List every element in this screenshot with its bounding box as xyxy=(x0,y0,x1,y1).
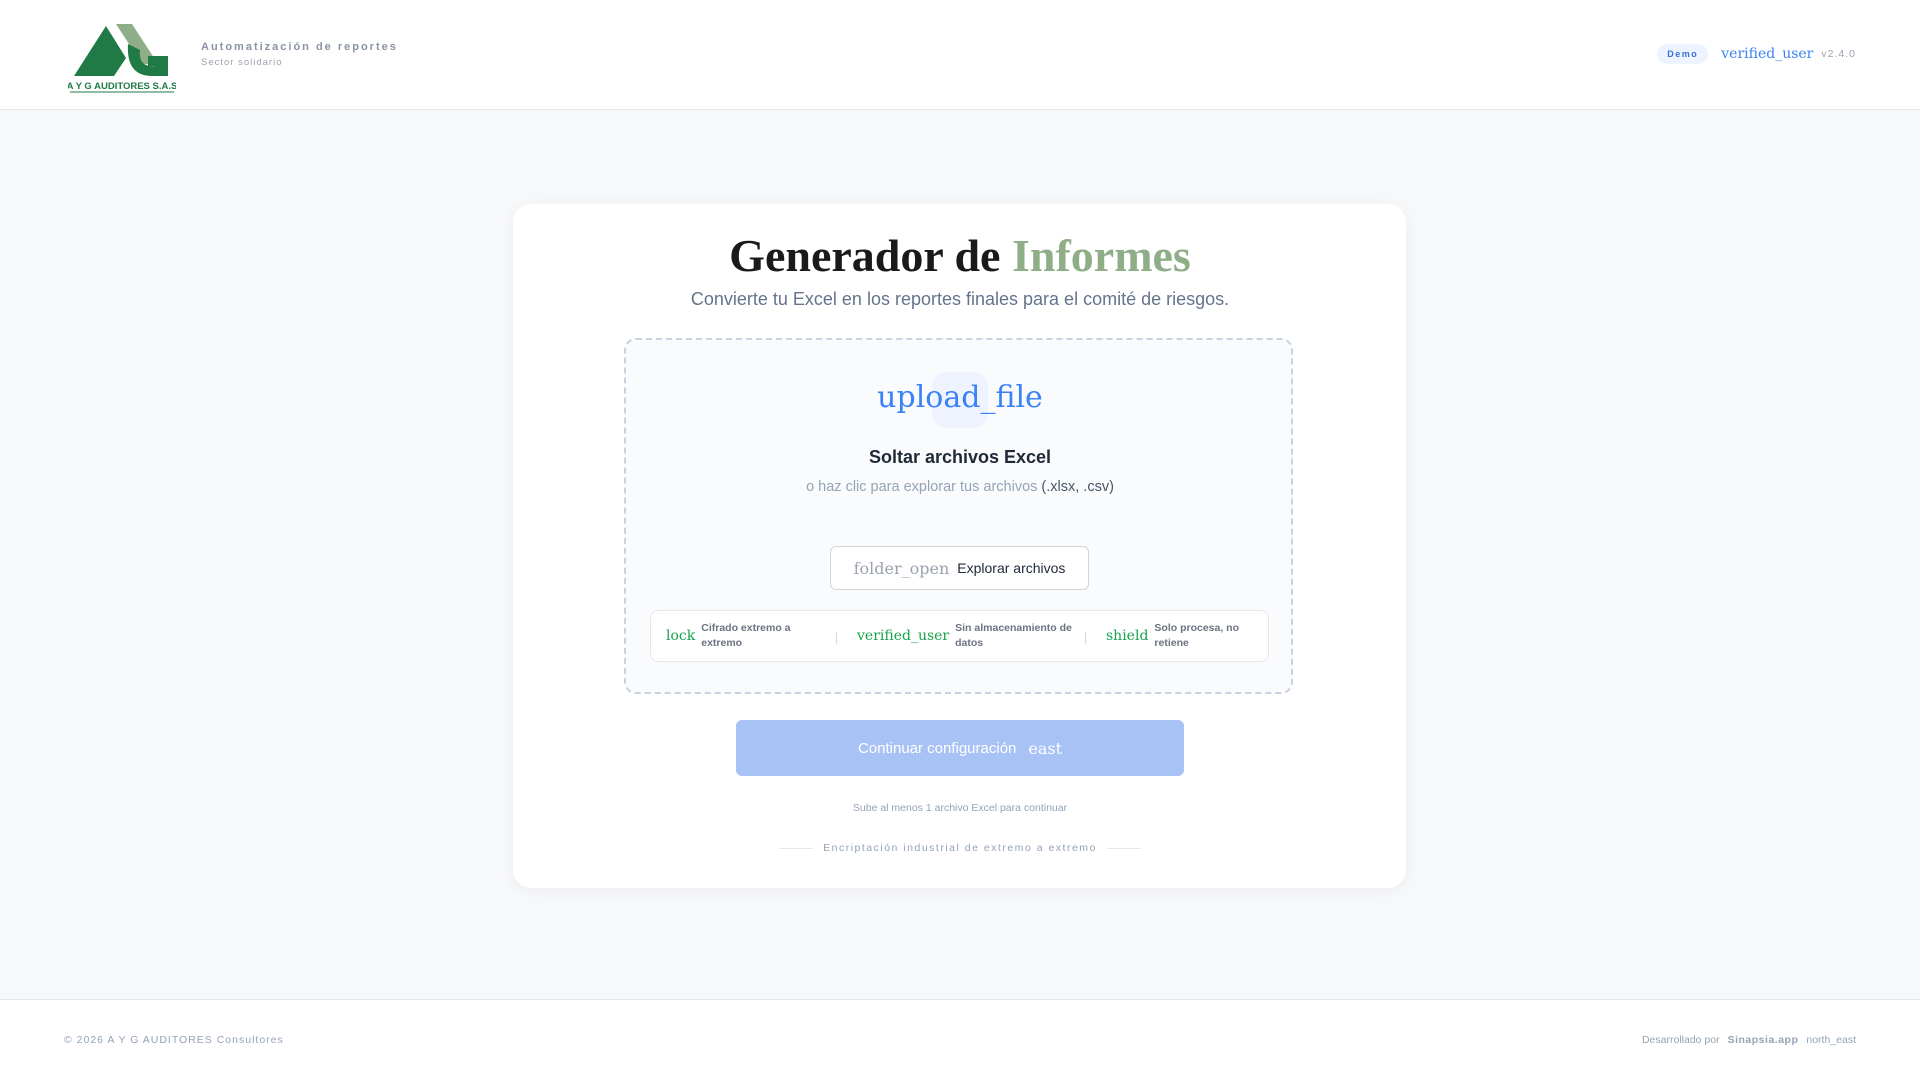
svg-text:A Y G AUDITORES S.A.S: A Y G AUDITORES S.A.S xyxy=(68,81,176,92)
dropzone-extensions: (.xlsx, .csv) xyxy=(1041,479,1114,495)
browse-files-label: Explorar archivos xyxy=(957,560,1066,576)
north-east-icon: north_east xyxy=(1806,1034,1856,1046)
title-main: Generador de xyxy=(729,230,1001,281)
continue-configuration-button[interactable]: Continuar configuración east xyxy=(736,720,1184,776)
lock-icon: lock xyxy=(666,628,696,644)
version-label: v2.4.0 xyxy=(1821,48,1856,60)
east-arrow-icon: east xyxy=(1028,738,1063,758)
upload-file-icon: upload_file xyxy=(877,380,1043,415)
feature-process-only: shield Solo procesa, no retiene xyxy=(1106,621,1254,651)
dropzone-hint-text: o haz clic para explorar tus archivos xyxy=(806,479,1038,495)
brand-text: Automatización de reportes Sector solida… xyxy=(201,41,398,68)
feature-separator: | xyxy=(835,630,839,644)
folder-open-icon: folder_open xyxy=(853,558,950,578)
app-title: Automatización de reportes xyxy=(201,41,398,53)
dropzone-hint: o haz clic para explorar tus archivos (.… xyxy=(0,479,1920,495)
feature-label: Cifrado extremo a extremo xyxy=(701,622,791,649)
developer-credit: Desarrollado por Sinapsia.app north_east xyxy=(1642,1034,1856,1046)
copyright-text: © 2026 A Y G AUDITORES Consultores xyxy=(64,1034,284,1046)
demo-badge: Demo xyxy=(1657,44,1709,64)
sinapsia-link[interactable]: Sinapsia.app xyxy=(1728,1034,1799,1046)
feature-encryption: lock Cifrado extremo a extremo xyxy=(666,621,811,651)
app-subtitle: Sector solidario xyxy=(201,57,283,68)
feature-separator: | xyxy=(1084,630,1088,644)
page-subtitle: Convierte tu Excel en los reportes final… xyxy=(690,289,1230,309)
page-title: Generador de Informes xyxy=(0,226,1920,286)
feature-label: Solo procesa, no retiene xyxy=(1154,622,1240,649)
continue-hint: Sube al menos 1 archivo Excel para conti… xyxy=(852,802,1068,814)
title-accent: Informes xyxy=(1011,230,1191,281)
dropzone-title: Soltar archivos Excel xyxy=(868,447,1052,467)
continue-label: Continuar configuración xyxy=(857,739,1017,757)
company-logo[interactable]: A Y G AUDITORES S.A.S xyxy=(67,14,177,94)
developed-by-label: Desarrollado por xyxy=(1641,1034,1720,1046)
divider-line-right xyxy=(1107,848,1141,849)
feature-no-storage: verified_user Sin almacenamiento de dato… xyxy=(857,621,1075,651)
feature-label: Sin almacenamiento de datos xyxy=(955,622,1072,649)
browse-files-button[interactable]: folder_open Explorar archivos xyxy=(830,546,1089,590)
header-right: Demo verified_user v2.4.0 xyxy=(1657,44,1856,64)
verified-user-icon: verified_user xyxy=(857,628,950,644)
shield-icon: shield xyxy=(1106,628,1149,644)
app-footer: © 2026 A Y G AUDITORES Consultores Desar… xyxy=(0,999,1920,1081)
app-header: A Y G AUDITORES S.A.S Automatización de … xyxy=(0,0,1920,110)
security-features: lock Cifrado extremo a extremo | verifie… xyxy=(650,610,1269,662)
verified-user-icon[interactable]: verified_user xyxy=(1721,46,1813,62)
encryption-note: Encriptación industrial de extremo a ext… xyxy=(823,842,1097,854)
